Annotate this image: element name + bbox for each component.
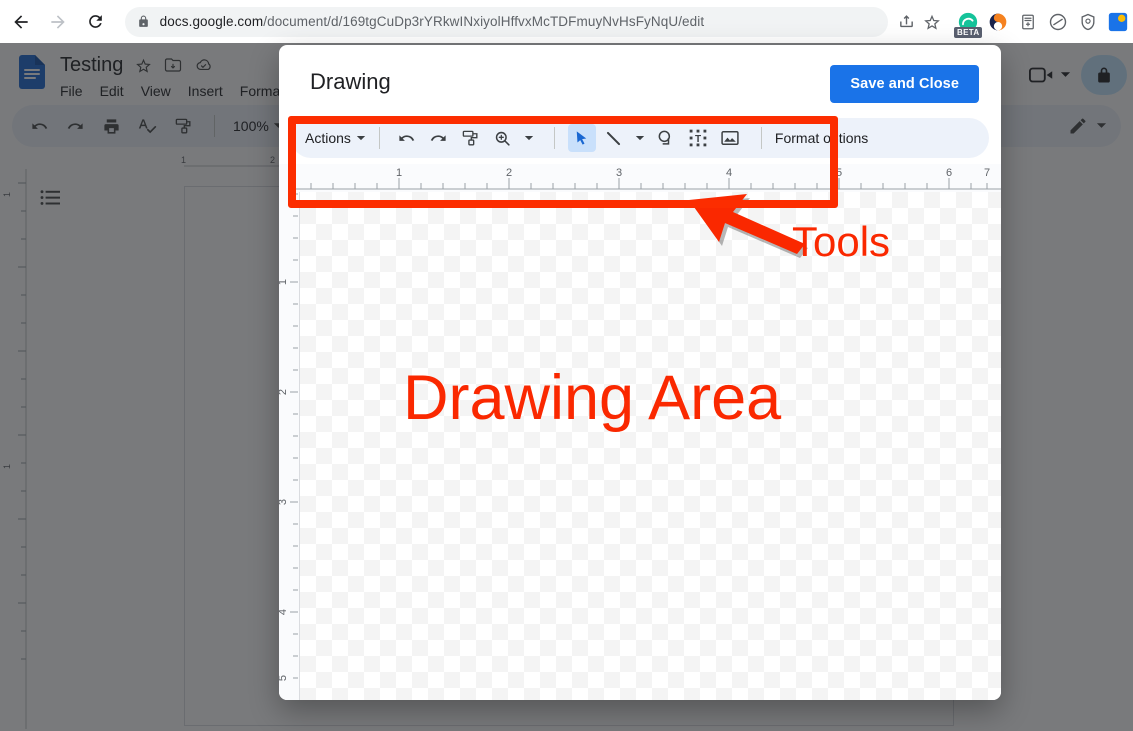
beta-badge: BETA (954, 27, 982, 38)
actions-menu-button[interactable]: Actions (305, 130, 366, 146)
toolbar-divider-2 (554, 127, 555, 149)
actions-label: Actions (305, 130, 351, 146)
svg-text:3: 3 (616, 167, 622, 179)
lock-icon (137, 15, 150, 28)
arrow-forward-icon (48, 12, 68, 32)
address-bar[interactable]: docs.google.com/document/d/169tgCuDp3rYR… (125, 7, 888, 37)
chevron-down-icon (635, 135, 645, 142)
reload-button[interactable] (80, 5, 111, 39)
drawing-horizontal-ruler: 1 2 3 4 5 6 7 (279, 164, 1001, 192)
svg-text:2: 2 (279, 389, 289, 395)
url-path: /document/d/169tgCuDp3rYRkwINxiyolHffvxM… (263, 14, 704, 29)
bookmark-button[interactable] (920, 8, 945, 36)
forward-button[interactable] (43, 5, 74, 39)
svg-text:4: 4 (726, 167, 732, 179)
drawing-area-label: Drawing Area (403, 362, 781, 434)
star-bookmark-icon (923, 13, 941, 31)
drawing-undo-button[interactable] (393, 124, 421, 152)
vertical-ruler-ticks: 1 2 3 4 5 (279, 192, 299, 700)
browser-toolbar: docs.google.com/document/d/169tgCuDp3rYR… (0, 0, 1133, 43)
svg-text:6: 6 (946, 167, 952, 179)
redo-icon (429, 129, 448, 148)
share-upload-icon (898, 13, 915, 30)
drawing-canvas[interactable]: Tools Drawing Area (299, 192, 1001, 700)
chevron-down-icon (524, 135, 534, 142)
text-box-button[interactable]: T (684, 124, 712, 152)
yin-yang-extension-icon[interactable] (983, 7, 1013, 37)
svg-text:1: 1 (396, 167, 402, 179)
drawing-canvas-area: 1 2 3 4 5 Tools Dr (279, 192, 1001, 700)
tools-label: Tools (792, 218, 890, 266)
text-box-icon: T (688, 128, 708, 148)
block-circle-extension-icon[interactable] (1043, 7, 1073, 37)
reload-icon (86, 12, 105, 31)
undo-icon (397, 129, 416, 148)
svg-text:2: 2 (506, 167, 512, 179)
chevron-down-icon (356, 135, 366, 142)
horizontal-ruler-ticks: 1 2 3 4 5 6 (279, 164, 989, 192)
line-tool-button[interactable] (600, 124, 628, 152)
clipboard-extension-icon[interactable] (1013, 7, 1043, 37)
svg-text:5: 5 (836, 167, 842, 179)
url-host: docs.google.com (160, 14, 264, 29)
drawing-toolbar: Actions (291, 118, 989, 158)
drawing-vertical-ruler: 1 2 3 4 5 (279, 192, 299, 700)
drawing-dialog-header: Drawing Save and Close (279, 45, 1001, 118)
svg-text:1: 1 (279, 279, 289, 285)
profile-avatar-icon[interactable] (1103, 7, 1133, 37)
grammar-extension-icon[interactable]: BETA (953, 7, 983, 37)
line-tool-caret[interactable] (632, 124, 648, 152)
drawing-toolbar-wrap: Actions (279, 118, 1001, 158)
shield-extension-icon[interactable] (1073, 7, 1103, 37)
select-arrow-cursor-icon (572, 129, 591, 148)
shape-tool-button[interactable] (652, 124, 680, 152)
drawing-dialog-title: Drawing (310, 69, 391, 95)
toolbar-divider-3 (761, 127, 762, 149)
svg-text:7: 7 (984, 167, 990, 179)
svg-text:T: T (695, 134, 701, 145)
select-tool-button[interactable] (568, 124, 596, 152)
drawing-paint-format-button[interactable] (457, 124, 485, 152)
extensions-tray: BETA (953, 7, 1133, 37)
paint-format-roller-icon (461, 129, 480, 148)
drawing-zoom-caret[interactable] (521, 124, 537, 152)
save-and-close-button[interactable]: Save and Close (830, 65, 979, 103)
arrow-back-icon (11, 12, 31, 32)
insert-image-icon (720, 128, 740, 148)
svg-text:4: 4 (279, 609, 289, 615)
svg-text:3: 3 (279, 499, 289, 505)
format-options-button[interactable]: Format options (775, 130, 868, 146)
horizontal-ruler-ticks-end: 7 (979, 164, 1001, 192)
back-button[interactable] (6, 5, 37, 39)
drawing-zoom-button[interactable] (489, 124, 517, 152)
svg-text:5: 5 (279, 675, 289, 681)
insert-image-button[interactable] (716, 124, 744, 152)
shape-tool-icon (656, 128, 676, 148)
drawing-redo-button[interactable] (425, 124, 453, 152)
url-text: docs.google.com/document/d/169tgCuDp3rYR… (160, 14, 705, 29)
share-page-button[interactable] (894, 8, 919, 36)
line-tool-icon (604, 129, 623, 148)
drawing-dialog: Drawing Save and Close Actions (279, 45, 1001, 700)
magnifier-zoom-icon (493, 129, 512, 148)
screenshot-root: docs.google.com/document/d/169tgCuDp3rYR… (0, 0, 1133, 731)
toolbar-divider-1 (379, 127, 380, 149)
